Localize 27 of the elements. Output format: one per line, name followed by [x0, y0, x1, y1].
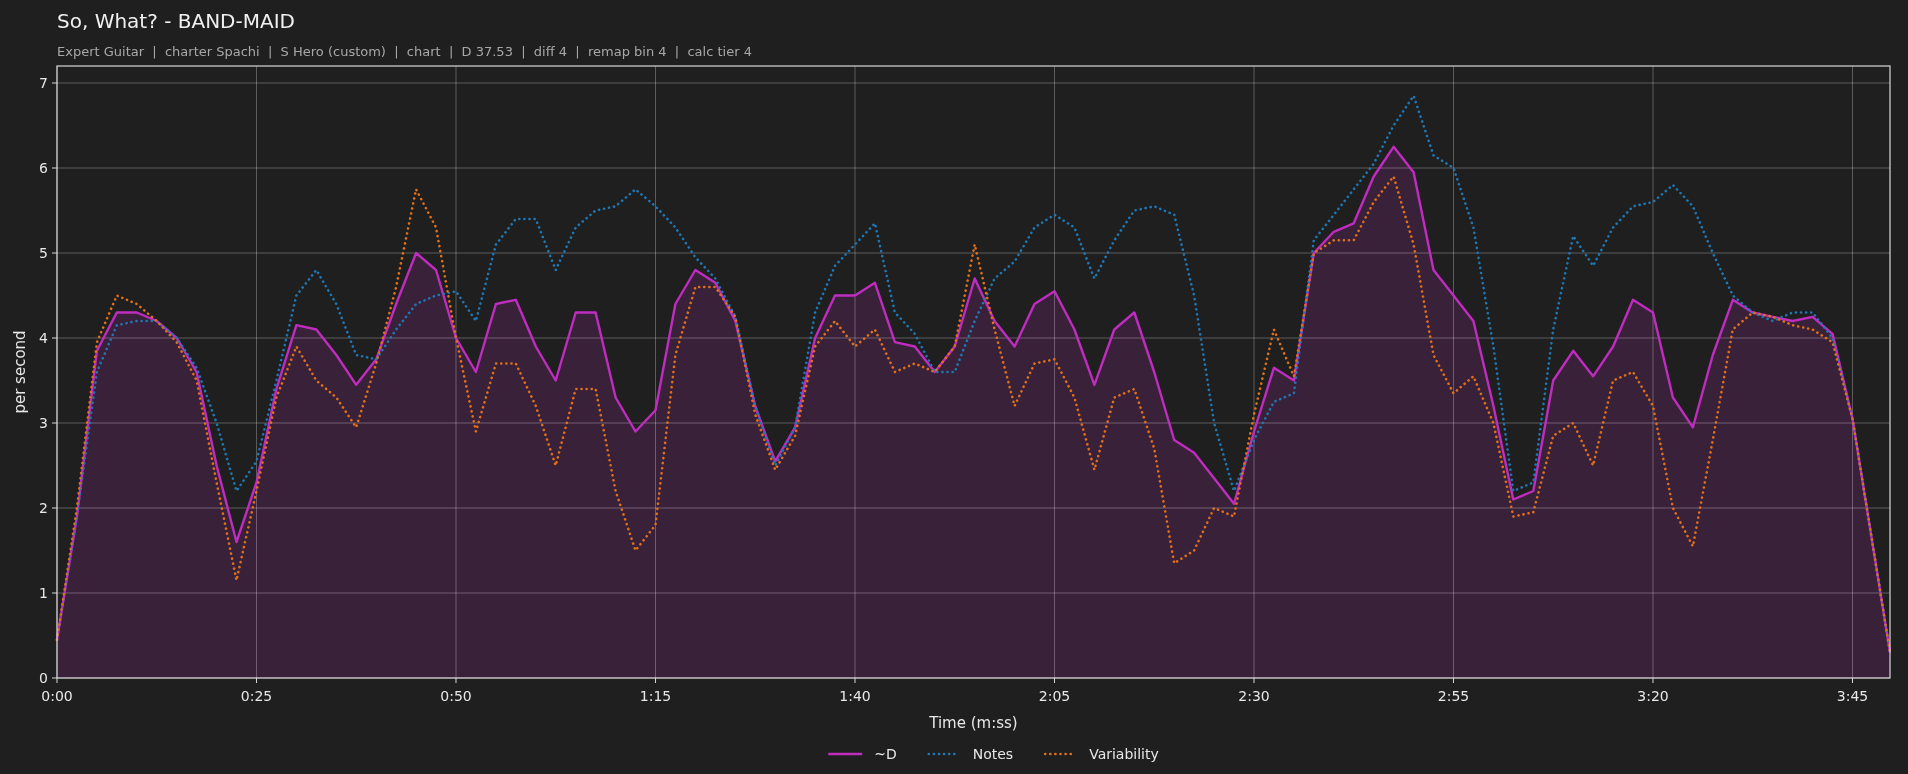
- legend-line-icon: [828, 752, 863, 756]
- y-tick-label: 3: [39, 415, 48, 431]
- x-tick-label: 0:00: [41, 688, 73, 704]
- x-tick-label: 2:30: [1238, 688, 1270, 704]
- chart-subtitle: Expert Guitar | charter Spachi | S Hero (custom) | chart | D 37.53 | diff 4 | remap bin 4 | calc tier 4: [57, 43, 753, 61]
- x-tick-label: 1:15: [639, 688, 672, 704]
- legend-line-icon: [1043, 752, 1075, 756]
- y-tick-label: 6: [39, 160, 48, 176]
- legend-label: ~D: [874, 746, 897, 762]
- chart-title: So, What? - BAND-MAID: [57, 8, 296, 34]
- x-tick-label: 3:45: [1836, 688, 1869, 704]
- x-tick-label: 0:25: [240, 688, 273, 704]
- legend-label: Notes: [972, 746, 1014, 762]
- y-tick-label: 0: [39, 670, 48, 686]
- x-tick-label: 1:40: [839, 688, 871, 704]
- y-tick-label: 4: [39, 330, 48, 346]
- y-tick-label: 7: [39, 75, 48, 91]
- y-tick-label: 5: [39, 245, 48, 261]
- x-tick-label: 3:20: [1637, 688, 1669, 704]
- x-tick-label: 2:05: [1038, 688, 1071, 704]
- y-tick-label: 1: [39, 585, 48, 601]
- legend-label: Variability: [1089, 746, 1159, 762]
- x-axis-label: Time (m:ss): [929, 714, 1018, 732]
- y-tick-label: 2: [39, 500, 48, 516]
- x-tick-label: 2:55: [1437, 688, 1470, 704]
- x-tick-label: 0:50: [440, 688, 472, 704]
- y-axis-label: per second: [11, 330, 29, 414]
